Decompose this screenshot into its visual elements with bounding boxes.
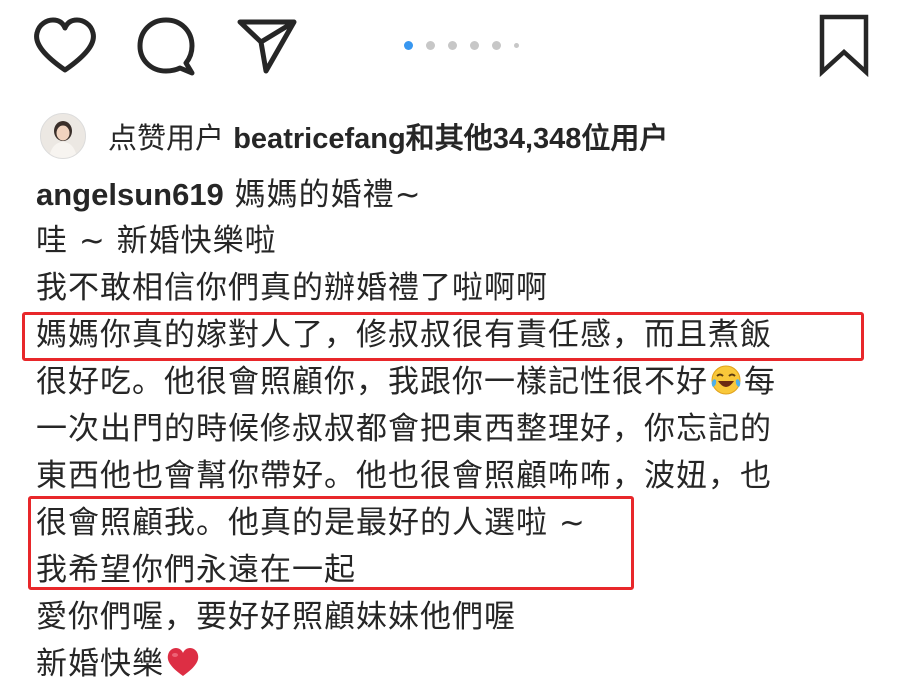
- liker-username[interactable]: beatricefang: [233, 123, 405, 155]
- caption-username[interactable]: angelsun619: [36, 177, 224, 212]
- carousel-indicator: [404, 39, 519, 51]
- caption-line: 我不敢相信你們真的辦婚禮了啦啊啊: [36, 270, 548, 306]
- likes-summary: 点赞用户 beatricefang和其他34,348位用户: [40, 111, 668, 161]
- comment-icon[interactable]: [136, 15, 198, 77]
- caption-line: 很好吃。他很會照顧你，我跟你一樣記性很不好 每: [36, 359, 896, 406]
- caption-line: angelsun619 媽媽的婚禮~: [36, 171, 896, 218]
- face-with-tears-of-joy-icon: [710, 363, 742, 410]
- carousel-dot-active: [404, 40, 413, 50]
- highlight-annotation: [28, 496, 634, 590]
- carousel-dot: [470, 40, 479, 50]
- caption-text: 新婚快樂: [36, 646, 164, 682]
- likes-prefix: 点赞用户: [108, 121, 234, 155]
- caption-line: 一次出門的時候修叔叔都會把東西整理好，你忘記的: [36, 411, 772, 447]
- caption-text: 很好吃。他很會照顧你，我跟你一樣記性很不好: [36, 364, 708, 400]
- heart-icon[interactable]: [33, 17, 97, 75]
- caption-text: 媽媽的婚禮~: [223, 177, 422, 213]
- likes-joiner: 和: [405, 123, 435, 155]
- post-caption: angelsun619 媽媽的婚禮~ 哇 ~ 新婚快樂啦 我不敢相信你們真的辦婚…: [36, 171, 896, 688]
- post-action-bar: [0, 0, 910, 100]
- carousel-dot: [492, 40, 501, 50]
- caption-line: 愛你們喔，要好好照顧妹妹他們喔: [36, 599, 516, 635]
- bookmark-icon[interactable]: [818, 14, 870, 78]
- carousel-dot: [448, 40, 457, 50]
- other-likers-count[interactable]: 其他34,348位用户: [435, 123, 669, 155]
- likes-text: 点赞用户 beatricefang和其他34,348位用户: [108, 115, 668, 157]
- caption-line: 哇 ~ 新婚快樂啦: [36, 223, 277, 259]
- highlight-annotation: [22, 312, 864, 361]
- caption-line: 新婚快樂: [36, 641, 896, 688]
- share-icon[interactable]: [236, 15, 298, 75]
- carousel-dot: [426, 40, 435, 50]
- carousel-dot: [514, 42, 519, 48]
- caption-text: 每: [744, 364, 776, 400]
- caption-line: 東西他也會幫你帶好。他也很會照顧咘咘，波妞，也: [36, 458, 772, 494]
- avatar[interactable]: [40, 113, 86, 159]
- red-heart-icon: [166, 645, 200, 692]
